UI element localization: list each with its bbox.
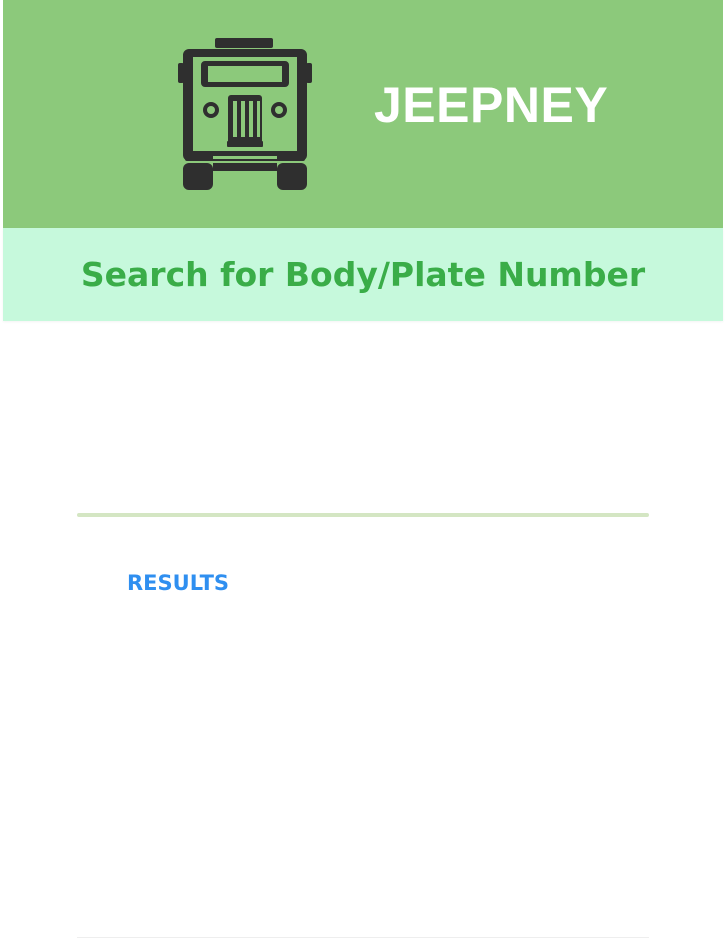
results-list (77, 610, 649, 937)
app-title: JEEPNEY (374, 77, 609, 133)
app-header: JEEPNEY (3, 0, 723, 228)
search-bar[interactable]: Search for Body/Plate Number (3, 228, 723, 321)
page: JEEPNEY Search for Body/Plate Number RES… (0, 0, 726, 939)
jeepney-icon (177, 35, 313, 193)
results-bottom-divider (77, 937, 649, 938)
search-label[interactable]: Search for Body/Plate Number (3, 255, 723, 295)
results-heading: RESULTS (127, 571, 230, 595)
section-divider (77, 513, 649, 517)
